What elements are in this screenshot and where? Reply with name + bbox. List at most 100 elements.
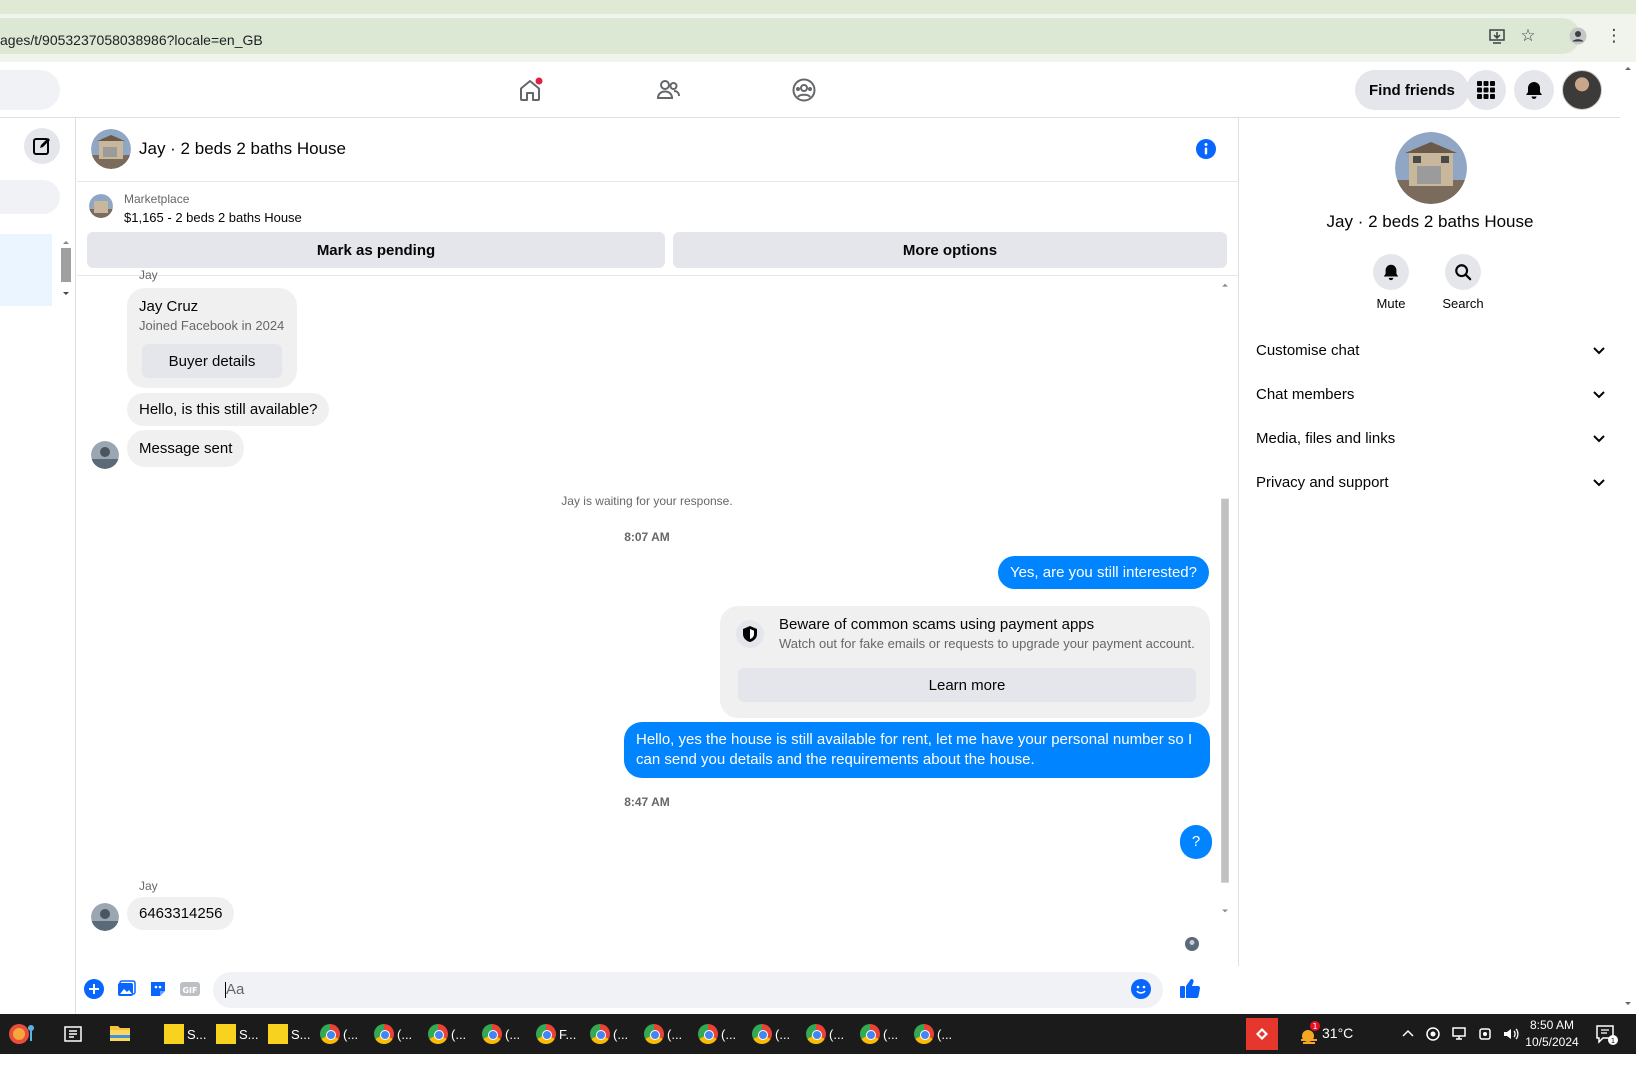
profile-icon[interactable]	[1566, 24, 1590, 48]
privacy-support-section[interactable]: Privacy and support	[1256, 462, 1606, 502]
taskbar-app[interactable]: (...	[910, 1018, 956, 1050]
more-options-button[interactable]: More options	[673, 232, 1227, 268]
listing-photo[interactable]	[1395, 132, 1467, 204]
sticker-button[interactable]	[147, 978, 169, 1000]
thumbs-up-icon	[1180, 979, 1201, 999]
taskbar-clock[interactable]: 8:50 AM 10/5/2024	[1516, 1017, 1588, 1051]
taskbar-app[interactable]: (...	[694, 1018, 740, 1050]
address-bar-url: ages/t/9053237058038986?locale=en_GB	[0, 32, 263, 48]
listing-thumbnail[interactable]	[89, 194, 113, 218]
notification-center-button[interactable]: 1	[1594, 1022, 1618, 1046]
taskbar-apps: S... S... S... (... (... (... (... F... (... (...…	[160, 1014, 1240, 1054]
taskbar-app[interactable]: (...	[640, 1018, 686, 1050]
taskbar-app[interactable]: (...	[802, 1018, 848, 1050]
camera-icon[interactable]	[1477, 1025, 1493, 1043]
sender-avatar[interactable]	[91, 441, 119, 469]
anydesk-icon	[1256, 1028, 1268, 1040]
page-scrollbar[interactable]	[1620, 62, 1636, 1014]
taskbar-app[interactable]: (...	[748, 1018, 794, 1050]
like-button[interactable]	[1178, 976, 1202, 1000]
outgoing-message[interactable]: ?	[1180, 825, 1212, 859]
outgoing-message[interactable]: Hello, yes the house is still available …	[624, 722, 1210, 778]
chrome-icon	[698, 1024, 718, 1044]
read-receipt-avatar	[1185, 937, 1199, 951]
chevron-up-icon[interactable]	[1400, 1025, 1416, 1043]
network-icon[interactable]	[1450, 1025, 1468, 1043]
listing-avatar[interactable]	[91, 129, 131, 169]
account-avatar[interactable]	[1562, 70, 1602, 110]
search-in-conversation-button[interactable]: Search	[1423, 254, 1503, 311]
taskbar-app[interactable]: (...	[856, 1018, 902, 1050]
sender-avatar[interactable]	[91, 903, 119, 931]
media-files-links-section[interactable]: Media, files and links	[1256, 418, 1606, 458]
chat-members-section[interactable]: Chat members	[1256, 374, 1606, 414]
taskbar-app[interactable]: F...	[532, 1018, 580, 1050]
message-input[interactable]: Aa	[213, 972, 1163, 1008]
emoji-button[interactable]	[1130, 978, 1152, 1000]
incoming-message[interactable]: Message sent	[127, 430, 245, 467]
install-app-icon[interactable]	[1485, 24, 1509, 48]
address-bar[interactable]: ages/t/9053237058038986?locale=en_GB	[0, 18, 1580, 54]
incoming-message[interactable]: Hello, is this still available?	[127, 393, 330, 426]
info-icon[interactable]	[1195, 138, 1217, 160]
taskbar-app[interactable]: (...	[586, 1018, 632, 1050]
customise-chat-section[interactable]: Customise chat	[1256, 330, 1606, 370]
home-tab[interactable]	[508, 68, 552, 112]
taskbar-app-label: F...	[559, 1026, 577, 1042]
taskbar-app[interactable]: S...	[212, 1018, 263, 1050]
section-label: Chat members	[1256, 385, 1355, 403]
location-icon[interactable]	[1425, 1025, 1441, 1043]
taskbar-app-label: (...	[721, 1026, 737, 1042]
taskbar-app-label: (...	[667, 1026, 683, 1042]
folder-icon	[110, 1026, 130, 1041]
mute-button[interactable]: Mute	[1351, 254, 1431, 311]
weather-badge: 1	[1312, 1022, 1317, 1031]
buyer-details-button[interactable]: Buyer details	[142, 344, 282, 378]
friends-tab[interactable]	[646, 68, 690, 112]
attach-photo-button[interactable]	[115, 978, 137, 1000]
notifications-button[interactable]	[1514, 70, 1554, 110]
chrome-icon	[320, 1024, 340, 1044]
taskbar-app[interactable]: S...	[264, 1018, 315, 1050]
weather-temperature[interactable]: 31°C	[1322, 1025, 1353, 1041]
timestamp: 8:47 AM	[624, 795, 670, 809]
file-explorer-button[interactable]	[108, 1021, 134, 1047]
conversation-list-scrollbar[interactable]	[60, 238, 72, 300]
conversation-item-selected[interactable]	[0, 234, 52, 306]
taskbar-app[interactable]: (...	[478, 1018, 524, 1050]
taskbar-app[interactable]: (...	[316, 1018, 362, 1050]
chat-title[interactable]: Jay · 2 beds 2 baths House	[139, 139, 346, 159]
messenger-search-field[interactable]	[0, 180, 60, 214]
taskbar-app-label: (...	[613, 1026, 629, 1042]
taskbar-app[interactable]: (...	[370, 1018, 416, 1050]
chevron-down-icon	[1593, 347, 1605, 355]
browser-tab-strip	[0, 0, 1636, 14]
taskbar-app[interactable]: S...	[160, 1018, 211, 1050]
mark-as-pending-button[interactable]: Mark as pending	[87, 232, 665, 268]
gif-button[interactable]: GIF	[179, 978, 201, 1000]
chrome-icon	[482, 1024, 502, 1044]
listing-summary[interactable]: $1,165 - 2 beds 2 baths House	[124, 210, 302, 225]
chrome-icon	[806, 1024, 826, 1044]
more-actions-button[interactable]	[83, 978, 105, 1000]
groups-tab[interactable]	[782, 68, 826, 112]
section-label: Customise chat	[1256, 341, 1360, 359]
browser-menu-icon[interactable]: ⋮	[1602, 24, 1626, 48]
bookmark-star-icon[interactable]: ☆	[1516, 24, 1540, 48]
find-friends-button[interactable]: Find friends	[1355, 70, 1469, 110]
new-message-button[interactable]	[24, 128, 60, 164]
outgoing-message[interactable]: Yes, are you still interested?	[997, 556, 1209, 589]
learn-more-button[interactable]: Learn more	[738, 668, 1196, 702]
buyer-name: Jay Cruz	[139, 298, 199, 315]
anydesk-button[interactable]	[1246, 1018, 1278, 1050]
task-view-button[interactable]	[62, 1023, 86, 1045]
system-tray	[1400, 1025, 1520, 1043]
taskbar-app[interactable]: (...	[424, 1018, 470, 1050]
message-list-scrollbar[interactable]	[1219, 279, 1231, 919]
chrome-icon	[914, 1024, 934, 1044]
facebook-search-field[interactable]	[0, 70, 60, 110]
start-button[interactable]	[0, 1018, 44, 1050]
incoming-message[interactable]: 6463314256	[127, 897, 235, 930]
menu-button[interactable]	[1466, 70, 1506, 110]
weather-widget-icon[interactable]: 1	[1296, 1020, 1322, 1048]
